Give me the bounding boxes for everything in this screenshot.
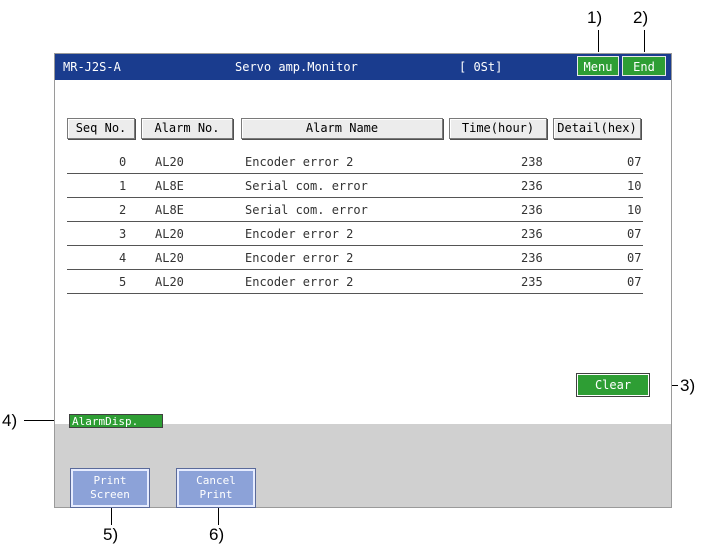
print-screen-label-line2: Screen: [90, 488, 130, 501]
time-cell: 238: [521, 155, 543, 169]
screen-title: Servo amp.Monitor: [235, 60, 358, 74]
end-button[interactable]: End: [622, 56, 666, 76]
clear-button[interactable]: Clear: [576, 373, 650, 397]
table-row: 1 AL8E Serial com. error 236 10: [67, 173, 643, 198]
alarm-name-cell: Encoder error 2: [245, 155, 354, 169]
header-detail-hex: Detail(hex): [553, 118, 641, 139]
detail-cell: 10: [627, 179, 642, 193]
callout-6: 6): [209, 525, 225, 544]
callout-2-line: [644, 30, 645, 52]
table-row: 2 AL8E Serial com. error 236 10: [67, 197, 643, 222]
alarm-history-panel: Seq No. Alarm No. Alarm Name Time(hour) …: [55, 80, 671, 424]
alarm-no-cell: AL8E: [155, 203, 184, 217]
hmi-screen: MR-J2S-A Servo amp.Monitor [ 0St] Menu E…: [54, 53, 672, 508]
alarm-name-cell: Encoder error 2: [245, 275, 354, 289]
table-row: 4 AL20 Encoder error 2 236 07: [67, 245, 643, 270]
table-row: 3 AL20 Encoder error 2 236 07: [67, 221, 643, 246]
cancel-print-label-line1: Cancel: [196, 474, 236, 487]
menu-button[interactable]: Menu: [577, 56, 619, 76]
seq-cell: 3: [119, 227, 127, 241]
alarm-display-tab[interactable]: AlarmDisp.: [69, 414, 163, 428]
callout-5-line: [111, 507, 112, 525]
time-cell: 236: [521, 251, 543, 265]
time-cell: 236: [521, 227, 543, 241]
station-number: [ 0St]: [459, 60, 503, 74]
alarm-no-cell: AL20: [155, 155, 184, 169]
callout-4: 4): [2, 411, 18, 430]
callout-2: 2): [633, 8, 649, 27]
model-name: MR-J2S-A: [63, 60, 121, 74]
callout-5: 5): [103, 525, 119, 544]
title-bar: MR-J2S-A Servo amp.Monitor [ 0St] Menu E…: [55, 54, 671, 80]
detail-cell: 07: [627, 155, 642, 169]
seq-cell: 5: [119, 275, 127, 289]
print-screen-label-line1: Print: [93, 474, 127, 487]
alarm-name-cell: Serial com. error: [245, 179, 368, 193]
callout-1-line: [598, 30, 599, 52]
alarm-name-cell: Encoder error 2: [245, 227, 354, 241]
detail-cell: 07: [627, 275, 642, 289]
print-screen-button[interactable]: Print Screen: [70, 468, 150, 508]
seq-cell: 4: [119, 251, 127, 265]
callout-1: 1): [587, 8, 603, 27]
header-seq-no: Seq No.: [67, 118, 135, 139]
detail-cell: 07: [627, 227, 642, 241]
callout-6-line: [218, 507, 219, 525]
callout-3: 3): [680, 376, 696, 395]
alarm-no-cell: AL20: [155, 275, 184, 289]
alarm-name-cell: Encoder error 2: [245, 251, 354, 265]
header-alarm-name: Alarm Name: [241, 118, 443, 139]
table-row: 5 AL20 Encoder error 2 235 07: [67, 269, 643, 294]
seq-cell: 2: [119, 203, 127, 217]
seq-cell: 0: [119, 155, 127, 169]
header-time-hour: Time(hour): [449, 118, 547, 139]
cancel-print-label-line2: Print: [199, 488, 233, 501]
alarm-no-cell: AL20: [155, 251, 184, 265]
time-cell: 235: [521, 275, 543, 289]
alarm-name-cell: Serial com. error: [245, 203, 368, 217]
time-cell: 236: [521, 203, 543, 217]
alarm-no-cell: AL20: [155, 227, 184, 241]
table-row: 0 AL20 Encoder error 2 238 07: [67, 149, 643, 174]
cancel-print-button[interactable]: Cancel Print: [176, 468, 256, 508]
detail-cell: 07: [627, 251, 642, 265]
alarm-no-cell: AL8E: [155, 179, 184, 193]
detail-cell: 10: [627, 203, 642, 217]
seq-cell: 1: [119, 179, 127, 193]
time-cell: 236: [521, 179, 543, 193]
header-alarm-no: Alarm No.: [141, 118, 233, 139]
